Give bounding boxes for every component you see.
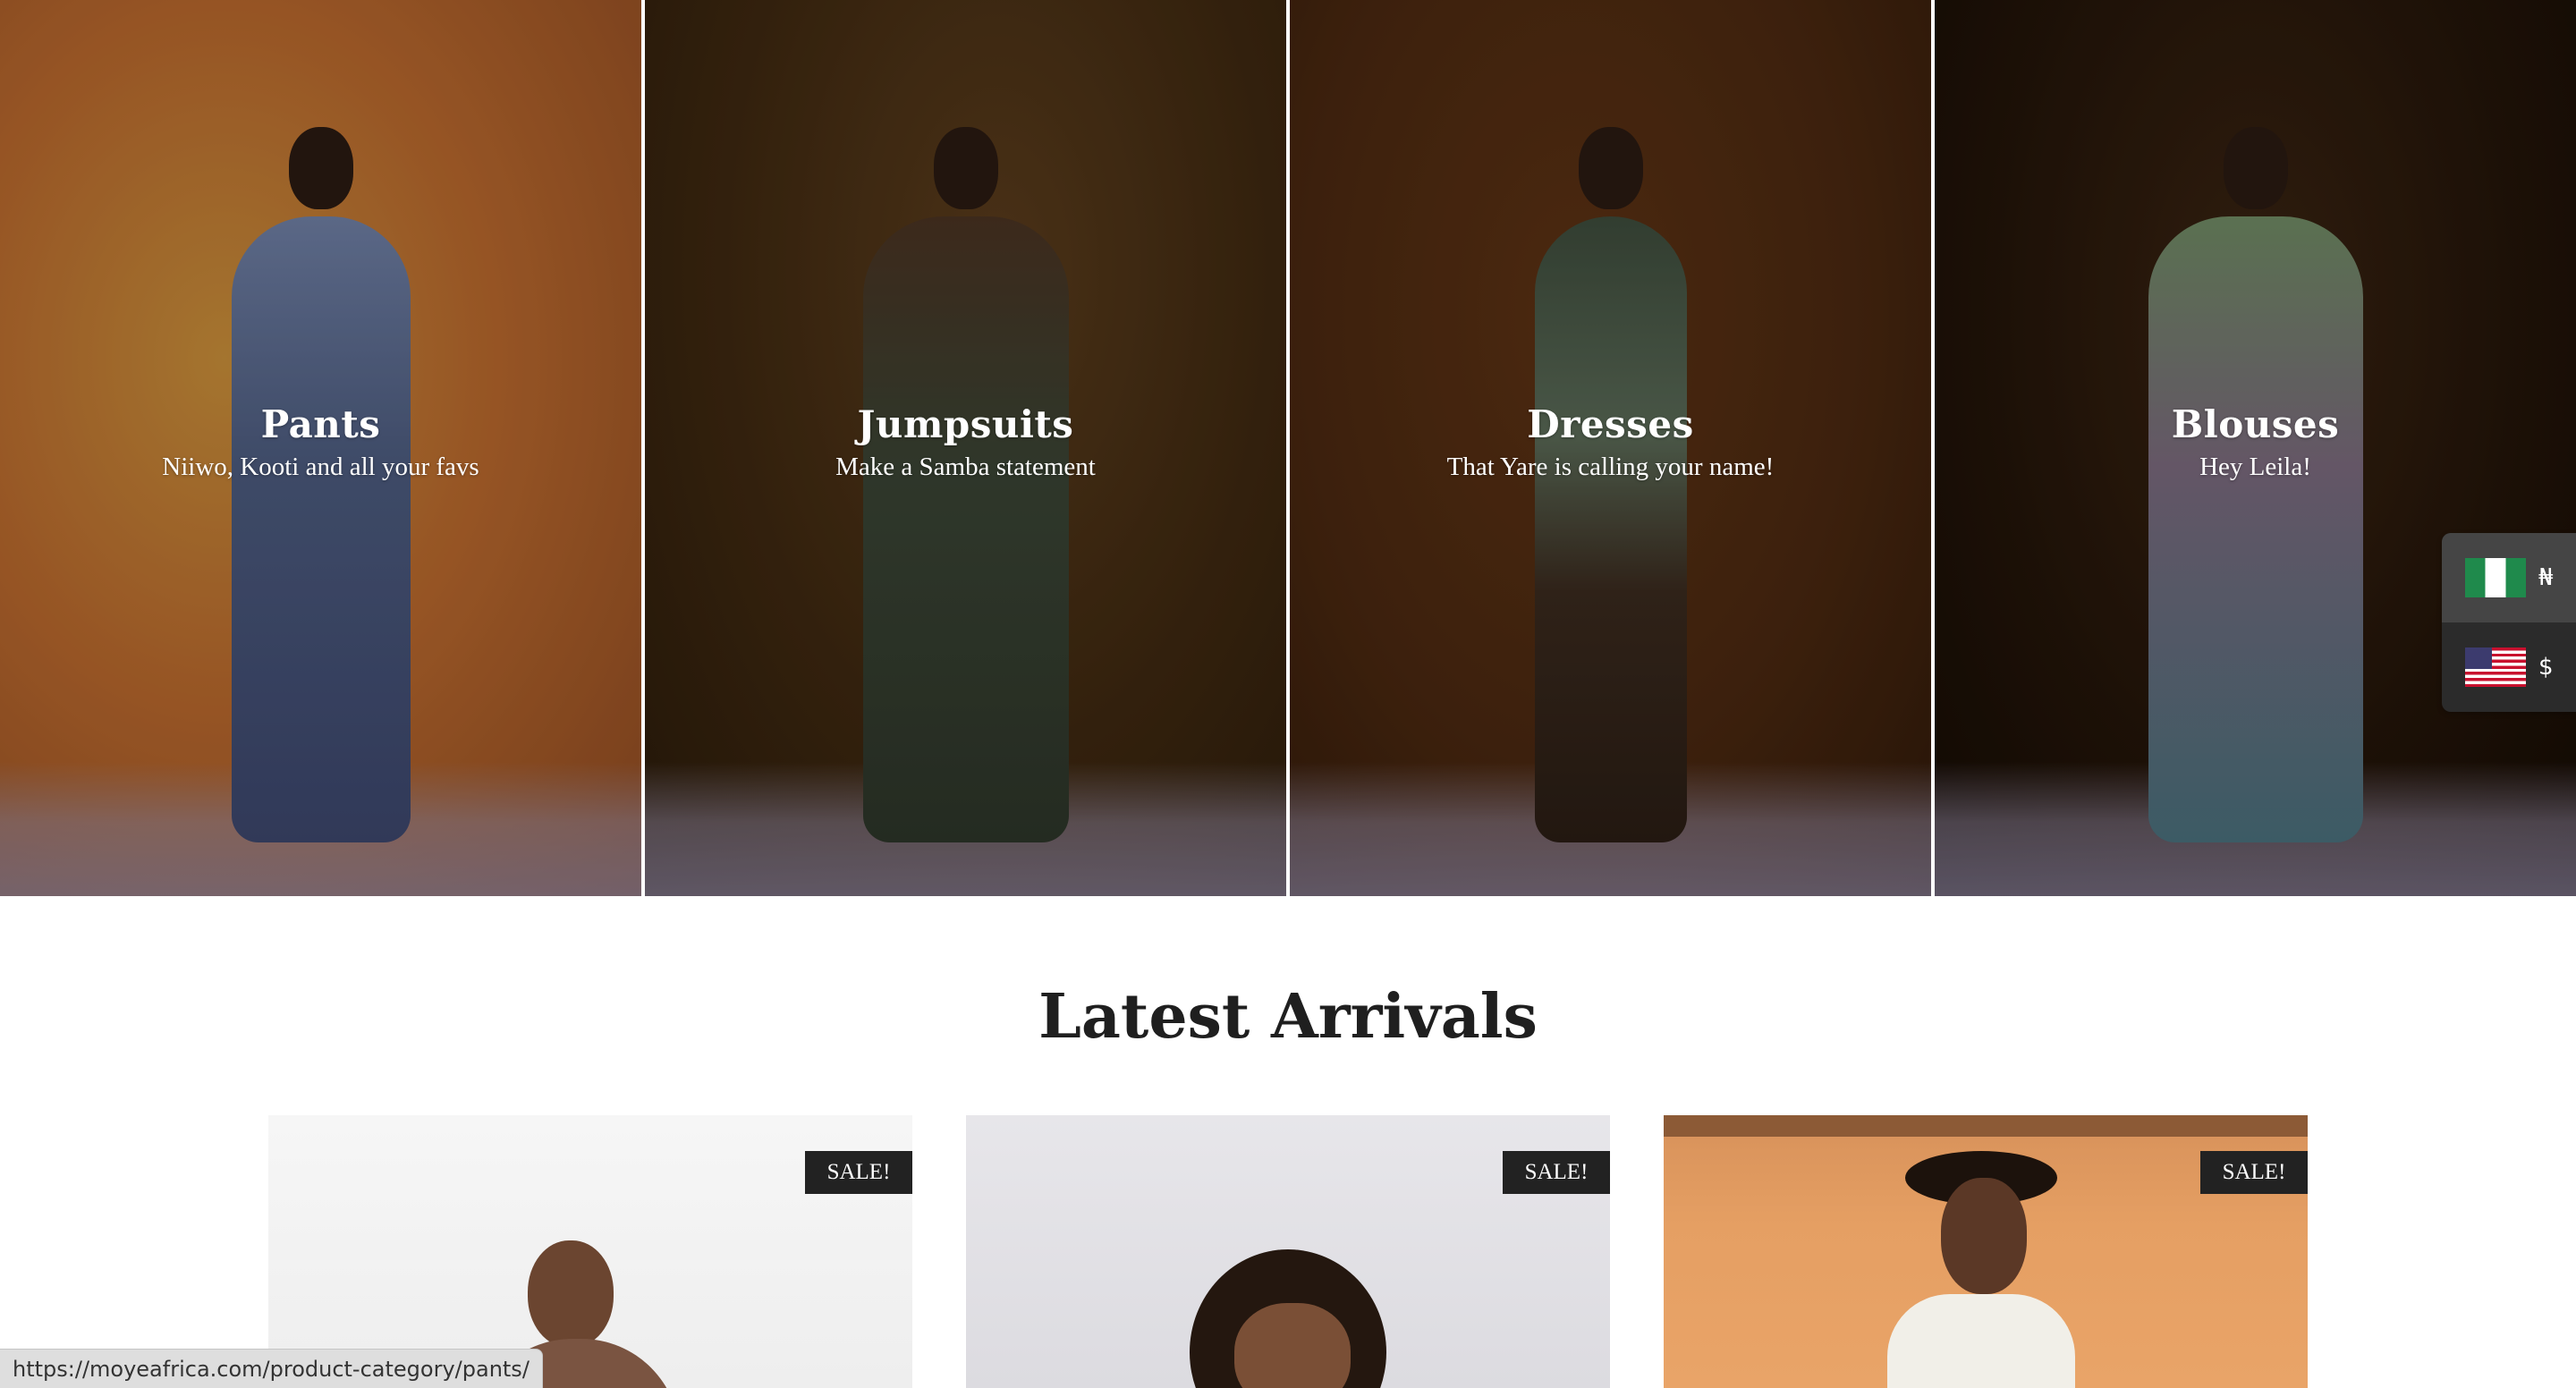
sale-badge: SALE!: [1503, 1151, 1610, 1194]
category-subtitle: Niiwo, Kooti and all your favs: [162, 453, 479, 481]
currency-symbol: $: [2538, 654, 2554, 681]
nigeria-flag-icon: [2465, 558, 2526, 597]
category-tile-dresses[interactable]: Dresses That Yare is calling your name!: [1290, 0, 1931, 896]
category-subtitle: Make a Samba statement: [835, 453, 1096, 481]
product-image-detail: [1941, 1178, 2027, 1294]
category-caption: Pants Niiwo, Kooti and all your favs: [0, 401, 641, 485]
currency-switcher: ₦ $: [2442, 533, 2576, 712]
link-status-bar: https://moyeafrica.com/product-category/…: [0, 1349, 543, 1388]
page: Pants Niiwo, Kooti and all your favs Jum…: [0, 0, 2576, 1388]
category-subtitle: That Yare is calling your name!: [1446, 453, 1775, 481]
product-image: [528, 1240, 614, 1348]
product-card[interactable]: SALE!: [268, 1115, 912, 1388]
product-image-detail: [1887, 1294, 2075, 1388]
category-title[interactable]: Jumpsuits: [645, 401, 1286, 449]
category-title[interactable]: Dresses: [1290, 401, 1931, 449]
usa-flag-icon: [2465, 647, 2526, 687]
category-tile-blouses[interactable]: Blouses Hey Leila!: [1935, 0, 2576, 896]
product-card[interactable]: SALE!: [1664, 1115, 2308, 1388]
category-caption: Blouses Hey Leila!: [1935, 401, 2576, 485]
product-grid: SALE! SALE! SALE!: [0, 1115, 2576, 1388]
latest-arrivals-heading: Latest Arrivals: [1038, 981, 1538, 1053]
product-image-detail: [1234, 1303, 1351, 1388]
category-tile-jumpsuits[interactable]: Jumpsuits Make a Samba statement: [645, 0, 1286, 896]
product-image-detail: [1664, 1115, 2308, 1137]
category-subtitle: Hey Leila!: [2199, 453, 2311, 481]
category-hero: Pants Niiwo, Kooti and all your favs Jum…: [0, 0, 2576, 896]
sale-badge: SALE!: [2200, 1151, 2308, 1194]
category-tile-pants[interactable]: Pants Niiwo, Kooti and all your favs: [0, 0, 641, 896]
currency-option-usd[interactable]: $: [2442, 622, 2576, 712]
currency-option-ngn[interactable]: ₦: [2442, 533, 2576, 622]
product-card[interactable]: SALE!: [966, 1115, 1610, 1388]
category-title[interactable]: Blouses: [1935, 401, 2576, 449]
category-caption: Dresses That Yare is calling your name!: [1290, 401, 1931, 485]
currency-symbol: ₦: [2538, 564, 2554, 591]
category-title[interactable]: Pants: [0, 401, 641, 449]
sale-badge: SALE!: [805, 1151, 912, 1194]
category-caption: Jumpsuits Make a Samba statement: [645, 401, 1286, 485]
